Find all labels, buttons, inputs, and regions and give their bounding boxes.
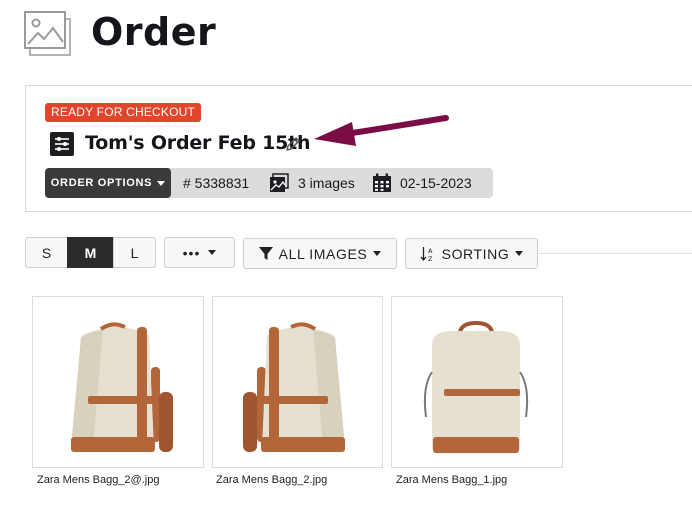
backpack-image bbox=[423, 320, 529, 453]
sorting-label: SORTING bbox=[441, 245, 510, 262]
filter-icon bbox=[258, 246, 273, 260]
sort-az-icon: A Z bbox=[420, 246, 433, 262]
filter-label: ALL IMAGES bbox=[278, 245, 368, 262]
image-filename: Zara Mens Bagg_2.jpg bbox=[216, 474, 328, 486]
image-thumbnail[interactable] bbox=[32, 296, 204, 468]
size-large-button[interactable]: L bbox=[113, 237, 156, 268]
image-filename: Zara Mens Bagg_1.jpg bbox=[396, 474, 508, 486]
size-medium-button[interactable]: M bbox=[67, 237, 114, 268]
annotation-arrow bbox=[314, 115, 449, 146]
caret-down-icon bbox=[373, 251, 382, 256]
images-icon bbox=[270, 173, 289, 192]
order-number: # 5338831 bbox=[183, 175, 250, 191]
image-filename: Zara Mens Bagg_2@.jpg bbox=[37, 474, 160, 486]
order-options-button[interactable]: ORDER OPTIONS bbox=[45, 168, 171, 198]
more-dots-icon: ••• bbox=[182, 244, 201, 261]
more-options-button[interactable]: ••• bbox=[164, 237, 235, 268]
caret-down-icon bbox=[515, 251, 524, 256]
image-gallery-icon bbox=[24, 11, 71, 56]
sorting-dropdown-button[interactable]: A Z SORTING bbox=[405, 238, 538, 269]
image-thumbnail[interactable] bbox=[391, 296, 563, 468]
sliders-icon bbox=[50, 132, 74, 156]
caret-down-icon bbox=[157, 180, 166, 186]
toolbar-divider bbox=[538, 253, 692, 254]
calendar-icon bbox=[373, 173, 391, 192]
order-options-label: ORDER OPTIONS bbox=[50, 177, 153, 189]
caret-down-icon bbox=[208, 250, 217, 255]
order-name: Tom's Order Feb 15th bbox=[85, 132, 311, 154]
status-badge: READY FOR CHECKOUT bbox=[45, 103, 202, 122]
svg-text:A: A bbox=[428, 247, 433, 255]
backpack-image bbox=[71, 322, 173, 452]
page-title: Order bbox=[91, 10, 217, 54]
order-date: 02-15-2023 bbox=[400, 175, 472, 191]
image-thumbnail[interactable] bbox=[212, 296, 383, 468]
size-small-button[interactable]: S bbox=[25, 237, 68, 268]
filter-dropdown-button[interactable]: ALL IMAGES bbox=[243, 238, 397, 269]
svg-text:Z: Z bbox=[428, 255, 433, 262]
backpack-image bbox=[243, 322, 345, 452]
image-count: 3 images bbox=[298, 175, 355, 191]
